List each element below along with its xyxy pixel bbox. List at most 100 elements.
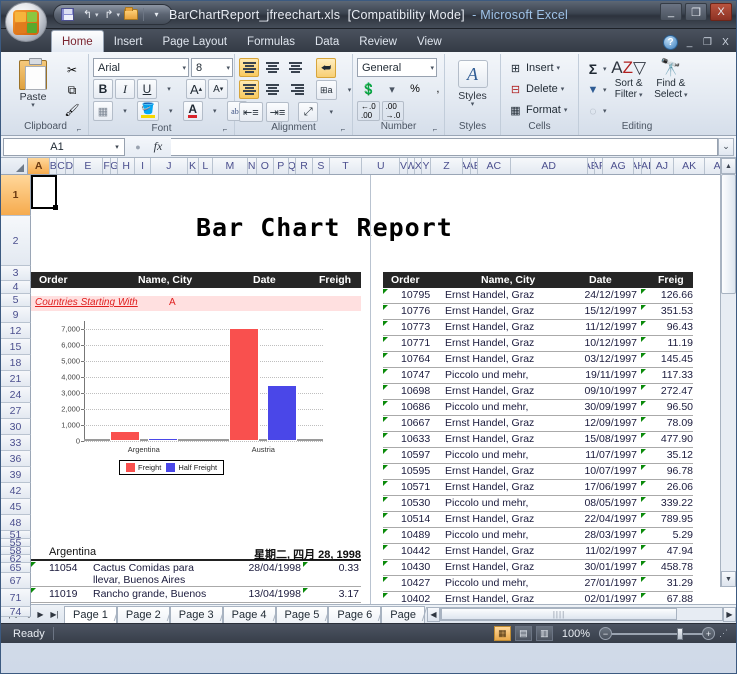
table-row[interactable]: 10771 Ernst Handel, Graz 10/12/1997 11.19 xyxy=(383,336,693,352)
column-header-ac[interactable]: AC xyxy=(477,158,511,174)
column-header-w[interactable]: W xyxy=(407,158,416,174)
styles-button[interactable]: A Styles ▾ xyxy=(449,58,496,108)
column-header-ab[interactable]: AB xyxy=(470,158,478,174)
font-name-combo[interactable]: Arial ▾ xyxy=(93,58,189,77)
row-header-62[interactable]: 62 xyxy=(1,555,31,563)
sheet-tab-6[interactable]: Page 6 xyxy=(328,605,382,623)
decrease-decimal-button[interactable]: .00 →.0 xyxy=(381,101,405,121)
column-header-y[interactable]: Y xyxy=(422,158,431,174)
column-header-p[interactable]: P xyxy=(274,158,289,174)
table-row[interactable]: 10773 Ernst Handel, Graz 11/12/1997 96.43 xyxy=(383,320,693,336)
fill-color-button[interactable]: 🪣 xyxy=(137,101,159,121)
select-all-button[interactable] xyxy=(1,158,29,174)
horizontal-scroll-track[interactable]: |||| xyxy=(439,607,723,621)
column-header-aj[interactable]: AJ xyxy=(650,158,675,174)
row-header-42[interactable]: 42 xyxy=(1,483,31,499)
column-header-c[interactable]: C xyxy=(57,158,66,174)
column-header-q[interactable]: Q xyxy=(288,158,296,174)
merge-center-button[interactable]: ⊞a xyxy=(316,80,337,100)
ribbon-tab-home[interactable]: Home xyxy=(51,30,104,52)
cut-button[interactable]: ✂ xyxy=(62,61,82,79)
column-header-x[interactable]: X xyxy=(415,158,423,174)
font-color-dropdown[interactable]: ▾ xyxy=(205,101,225,121)
zoom-slider[interactable]: − + xyxy=(599,627,715,640)
column-header-ai[interactable]: AI xyxy=(642,158,651,174)
scroll-down-button[interactable]: ▼ xyxy=(721,571,736,587)
view-normal-button[interactable]: ▦ xyxy=(493,626,511,641)
resize-grip-icon[interactable]: ⋰ xyxy=(719,628,728,639)
column-header-ad[interactable]: AD xyxy=(510,158,588,174)
clear-button[interactable]: ◌ xyxy=(583,101,603,121)
row-header-9[interactable]: 9 xyxy=(1,307,31,323)
table-row[interactable]: 10530 Piccolo und mehr, 08/05/1997 339.22 xyxy=(383,496,693,512)
column-header-i[interactable]: I xyxy=(134,158,152,174)
table-row[interactable]: 10402 Ernst Handel, Graz 02/01/1997 67.88 xyxy=(383,592,693,604)
column-header-ak[interactable]: AK xyxy=(674,158,706,174)
table-row[interactable]: 10698 Ernst Handel, Graz 09/10/1997 272.47 xyxy=(383,384,693,400)
row-header-24[interactable]: 24 xyxy=(1,387,31,403)
column-header-z[interactable]: Z xyxy=(430,158,464,174)
decrease-indent-button[interactable]: ⇤≡ xyxy=(239,102,263,122)
row-header-55[interactable]: 55 xyxy=(1,539,31,547)
row-header-33[interactable]: 33 xyxy=(1,435,31,451)
font-size-combo[interactable]: 8 ▾ xyxy=(191,58,233,77)
office-button[interactable] xyxy=(5,2,47,42)
orientation-button[interactable]: ⤢ xyxy=(298,102,319,122)
sheet-tab-1[interactable]: Page 1 xyxy=(64,605,117,623)
column-header-a[interactable]: A xyxy=(28,158,51,174)
sheet-tab-3[interactable]: Page 3 xyxy=(169,605,223,623)
column-header-o[interactable]: O xyxy=(256,158,275,174)
column-header-k[interactable]: K xyxy=(187,158,199,174)
align-center-button[interactable] xyxy=(262,80,282,99)
table-row[interactable]: 10595 Ernst Handel, Graz 10/07/1997 96.78 xyxy=(383,464,693,480)
align-middle-button[interactable] xyxy=(262,58,282,77)
window-maximize-button[interactable]: ❐ xyxy=(685,3,707,21)
number-dialog-launcher[interactable]: ⌐ xyxy=(430,124,440,134)
scroll-up-button[interactable]: ▲ xyxy=(721,158,736,174)
last-sheet-button[interactable]: ▶| xyxy=(48,607,61,622)
column-header-b[interactable]: B xyxy=(50,158,58,174)
chart-bar[interactable] xyxy=(109,431,140,441)
insert-cells-button[interactable]: ⊞ Insert ▾ xyxy=(505,58,563,78)
row-header-1[interactable]: 1 xyxy=(1,175,31,216)
zoom-out-button[interactable]: − xyxy=(599,627,612,640)
redo-dropdown[interactable]: ▾ xyxy=(117,11,121,19)
chevron-down-icon[interactable]: ▾ xyxy=(471,101,475,108)
column-header-t[interactable]: T xyxy=(329,158,363,174)
fill-dropdown[interactable]: ▾ xyxy=(603,86,607,94)
vertical-scroll-thumb[interactable] xyxy=(721,174,736,294)
delete-cells-button[interactable]: ⊟ Delete ▾ xyxy=(505,79,567,99)
accounting-dropdown[interactable]: ▾ xyxy=(381,79,403,99)
number-format-combo[interactable]: General ▾ xyxy=(357,58,437,77)
column-header-u[interactable]: U xyxy=(362,158,401,174)
active-cell-a1[interactable] xyxy=(31,175,58,210)
hscroll-right-button[interactable]: ▶ xyxy=(723,606,736,622)
table-row[interactable]: 10430 Ernst Handel, Graz 30/01/1997 458.78 xyxy=(383,560,693,576)
column-header-ah[interactable]: AH xyxy=(634,158,643,174)
accounting-format-button[interactable]: 💲 xyxy=(357,79,380,99)
row-header-2[interactable]: 2 xyxy=(1,216,31,266)
alignment-dialog-launcher[interactable]: ⌐ xyxy=(338,124,348,134)
column-header-f[interactable]: F xyxy=(102,158,112,174)
column-header-h[interactable]: H xyxy=(118,158,135,174)
restore-workbook-button[interactable]: ❐ xyxy=(701,37,714,48)
fill-button[interactable]: ▼ xyxy=(583,80,603,100)
table-row[interactable]: 10747 Piccolo und mehr, 19/11/1997 117.33 xyxy=(383,368,693,384)
view-page-layout-button[interactable]: ▤ xyxy=(514,626,532,641)
column-header-ag[interactable]: AG xyxy=(603,158,635,174)
shrink-font-button[interactable]: A ▾ xyxy=(208,79,229,99)
view-page-break-button[interactable]: ▥ xyxy=(535,626,553,641)
borders-button[interactable]: ▦ xyxy=(93,101,113,121)
paste-button[interactable]: Paste ▾ xyxy=(7,58,59,109)
find-select-button[interactable]: 🔭 Find & Select ▾ xyxy=(651,58,691,100)
column-header-m[interactable]: M xyxy=(213,158,248,174)
table-row[interactable]: 10667 Ernst Handel, Graz 12/09/1997 78.09 xyxy=(383,416,693,432)
table-row[interactable]: 10427 Piccolo und mehr, 27/01/1997 31.29 xyxy=(383,576,693,592)
orientation-dropdown[interactable]: ▾ xyxy=(321,102,341,122)
name-box[interactable]: A1 ▾ xyxy=(3,137,125,156)
table-row[interactable]: 10795 Ernst Handel, Graz 24/12/1997 126.66 xyxy=(383,288,693,304)
format-painter-button[interactable]: 🖌 xyxy=(62,101,82,119)
align-top-button[interactable] xyxy=(239,58,259,77)
ribbon-tab-page-layout[interactable]: Page Layout xyxy=(152,31,237,52)
row-header-51[interactable]: 51 xyxy=(1,531,31,539)
